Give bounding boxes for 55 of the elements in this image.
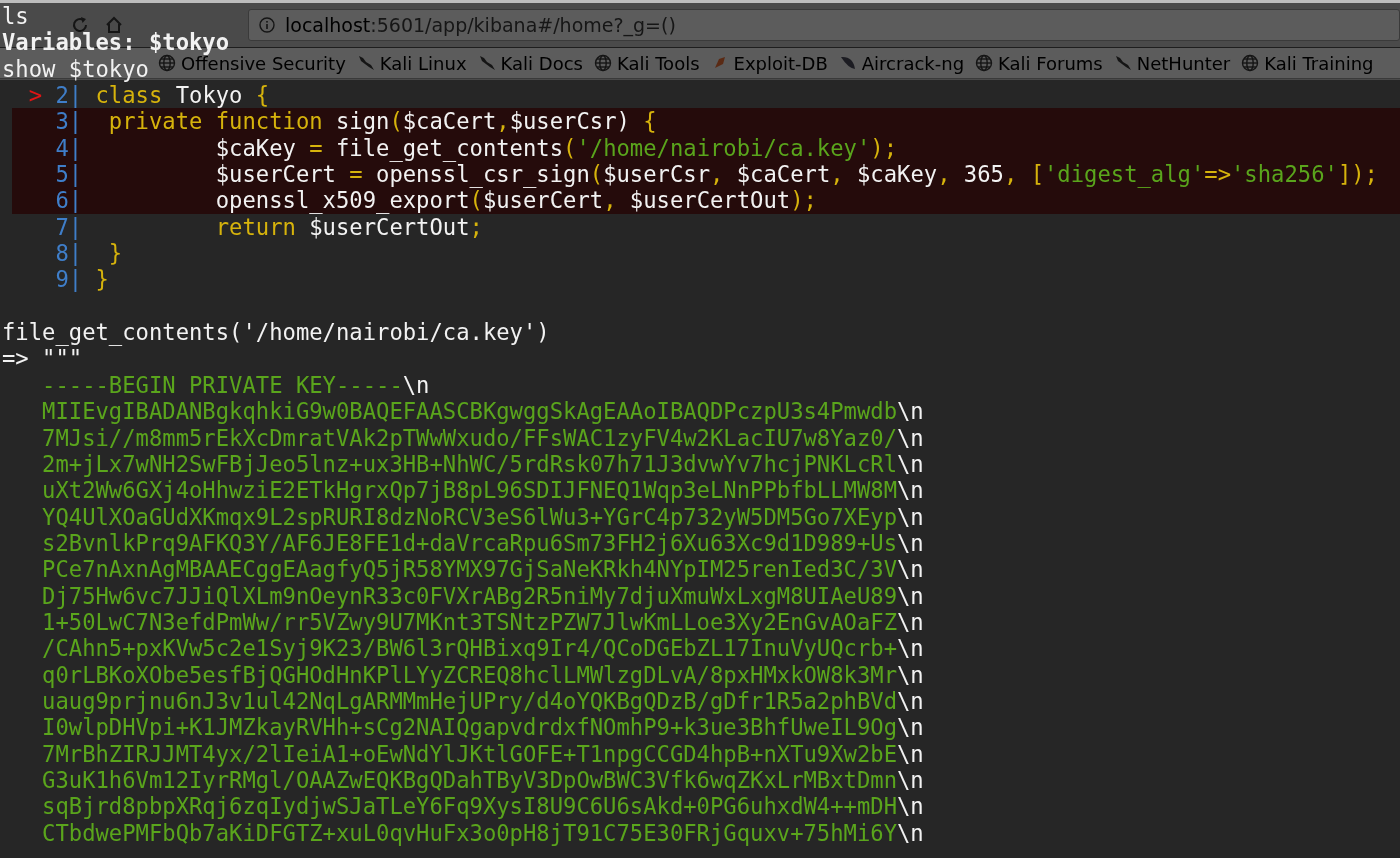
code-line: return $userCertOut; (214, 213, 483, 241)
code-line: } (107, 240, 123, 267)
address-field[interactable]: localhost:5601/app/kibana#/home?_g=() (248, 9, 1400, 41)
key-line: s2BvnlkPrq9AFKQ3Y/AF6JE8FE1d+daVrcaRpu6Sm73FH2j6Xu63Xc9d1D989+Us\n (42, 529, 924, 557)
code-line: $userCert = openssl_csr_sign($userCsr, $caCert, $caKey, 365, ['digest_alg'=>'sha256']); (214, 161, 1378, 188)
terminal-line: ls (2, 3, 29, 30)
info-icon (259, 17, 275, 33)
key-line: YQ4UlXOaGUdXKmqx9L2spRURI8dzNoRCV3eS6lWu3+YGrC4p732yW5DM5Go7XEyp\n (42, 503, 924, 530)
globe-icon (975, 54, 994, 72)
key-line: CTbdwePMFbQb7aKiDFGTZ+xuL0qvHuFx3o0pH8jT91C75E30FRjGquxv+75hMi6Y\n (42, 819, 924, 846)
code-line: $caKey = file_get_contents('/home/nairobi/ca.key'); (214, 134, 898, 162)
line-number: 8| (55, 240, 83, 267)
key-line: Dj75Hw6vc7JJiQlXLm9nOeynR33c0FVXrABg2R5niMy7djuXmuWxLxgM8UIAeU89\n (42, 582, 924, 609)
line-number: 2| (55, 82, 83, 109)
line-number: 9| (55, 266, 83, 293)
globe-icon (1241, 54, 1260, 72)
bookmark[interactable]: Aircrack-ng (838, 52, 965, 74)
key-line: uaug9prjnu6nJ3v1ul42NqLgARMMmHejUPry/d4oYQKBgQDzB/gDfr1R5a2phBVd\n (42, 687, 924, 715)
key-line: 7MrBhZIRJJMT4yx/2lIeiA1+oEwNdYlJKtlGOFE+T1npgCCGD4hpB+nXTu9Xw2bE\n (42, 740, 924, 767)
globe-icon (593, 54, 612, 72)
line-number: 7| (55, 213, 83, 241)
code-line: } (94, 266, 109, 293)
bookmark[interactable]: Exploit-DB (710, 52, 828, 74)
terminal-line: => """ (2, 345, 83, 372)
key-line: 1+50LwC7N3efdPmWw/rr5VZwy9U7MKnt3TSNtzPZW7JlwKmLLoe3Xy2EnGvAOaFZ\n (42, 608, 924, 636)
code-line: openssl_x509_export($userCert, $userCertOut); (214, 187, 817, 214)
code-line: private function sign($caCert,$userCsr) { (107, 108, 657, 135)
bookmark[interactable]: Kali Docs (477, 52, 583, 74)
key-line: PCe7nAxnAgMBAAECggEAagfyQ5jR58YMX97GjSaNeKRkh4NYpIM25renIed3C/3V\n (42, 556, 924, 583)
bookmark[interactable]: Kali Training (1241, 52, 1374, 74)
current-line-marker: > (28, 82, 43, 109)
wing-icon (838, 54, 857, 72)
key-line: G3uK1h6Vm12IyrRMgl/OAAZwEQKBgQDahTByV3DpOwBWC3Vfk6wqZKxLrMBxtDmn\n (42, 766, 924, 794)
bookmark[interactable]: NetHunter (1113, 52, 1231, 74)
bookmark[interactable]: Kali Tools (593, 52, 700, 74)
bookmark[interactable]: Kali Forums (975, 52, 1103, 74)
key-line: 7MJsi//m8mm5rEkXcDmratVAk2pTWwWxudo/FFsWAC1zyFV4w2KLacIU7w8Yaz0/\n (42, 424, 924, 451)
terminal-line: file_get_contents('/home/nairobi/ca.key') (2, 319, 550, 346)
line-number: 5| (55, 161, 83, 188)
code-line: class Tokyo { (94, 82, 270, 109)
terminal-line: Variables: $tokyo (2, 29, 230, 56)
key-line: sqBjrd8pbpXRqj6zqIydjwSJaTLeY6Fq9XysI8U9C6U6sAkd+0PG6uhxdW4++mDH\n (42, 793, 924, 820)
line-number: 4| (55, 134, 83, 162)
line-number: 3| (55, 108, 83, 135)
globe-icon (158, 54, 176, 72)
key-line: MIIEvgIBADANBgkqhkiG9w0BAQEFAASCBKgwggSkAgEAAoIBAQDPczpU3s4Pmwdb\n (42, 398, 924, 425)
terminal-line: show $tokyo (2, 55, 149, 83)
line-number: 6| (55, 187, 83, 214)
key-line: 2m+jLx7wNH2SwFBjJeo5lnz+ux3HB+NhWC/5rdRsk07h71J3dvwYv7hcjPNKLcRl\n (42, 450, 924, 478)
bookmark[interactable]: Kali Linux (356, 52, 467, 74)
key-line: uXt2Ww6GXj4oHhwziE2ETkHgrxQp7jB8pL96SDIJFNEQ1Wqp3eLNnPPbfbLLMW8M\n (42, 477, 924, 504)
key-line: q0rLBKoXObe5esfBjQGHOdHnKPlLYyZCREQ8hclLMWlzgDLvA/8pxHMxkOW8k3Mr\n (42, 661, 924, 688)
key-line: /CAhn5+pxKVw5c2e1Syj9K23/BW6l3rQHBixq9Ir4/QCoDGEbZL17InuVyUQcrb+\n (42, 635, 924, 662)
key-line: -----BEGIN PRIVATE KEY-----\n (42, 371, 430, 399)
key-line: I0wlpDHVpi+K1JMZkayRVHh+sCg2NAIQgapvdrdxfNOmhP9+k3ue3BhfUweIL9Og\n (42, 714, 924, 741)
